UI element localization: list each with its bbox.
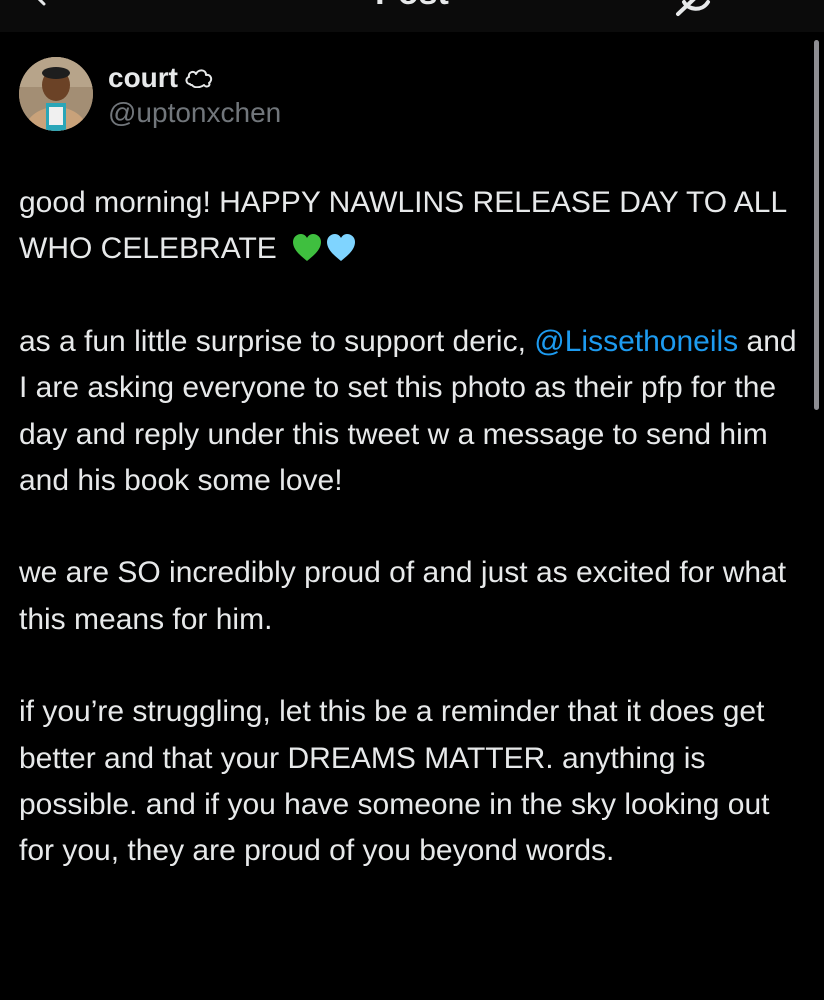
avatar-photo — [19, 57, 93, 131]
tweet-paragraph-4: if you’re struggling, let this be a remi… — [19, 695, 770, 868]
grok-icon[interactable] — [674, 0, 718, 20]
avatar[interactable] — [19, 57, 93, 131]
green-heart-icon — [293, 234, 322, 262]
display-name-row: court — [108, 62, 214, 94]
tweet-paragraph-1-text: good morning! HAPPY NAWLINS RELEASE DAY … — [19, 186, 787, 266]
tweet-paragraph-2-text-before: as a fun little surprise to support deri… — [19, 324, 526, 358]
tweet-paragraph-2: as a fun little surprise to support deri… — [19, 319, 809, 505]
tweet-paragraph-1: good morning! HAPPY NAWLINS RELEASE DAY … — [19, 180, 809, 273]
tweet-paragraph-3: we are SO incredibly proud of and just a… — [19, 556, 787, 636]
light-blue-heart-icon — [327, 234, 356, 262]
scrollbar[interactable] — [814, 40, 819, 410]
display-name[interactable]: court — [108, 62, 178, 93]
user-handle[interactable]: @uptonxchen — [108, 97, 281, 129]
mention-link[interactable]: @Lissethoneils — [534, 325, 738, 358]
cloud-outline-icon — [185, 68, 213, 88]
top-navigation-bar: Post — [0, 0, 824, 32]
tweet-body: good morning! HAPPY NAWLINS RELEASE DAY … — [19, 180, 809, 921]
